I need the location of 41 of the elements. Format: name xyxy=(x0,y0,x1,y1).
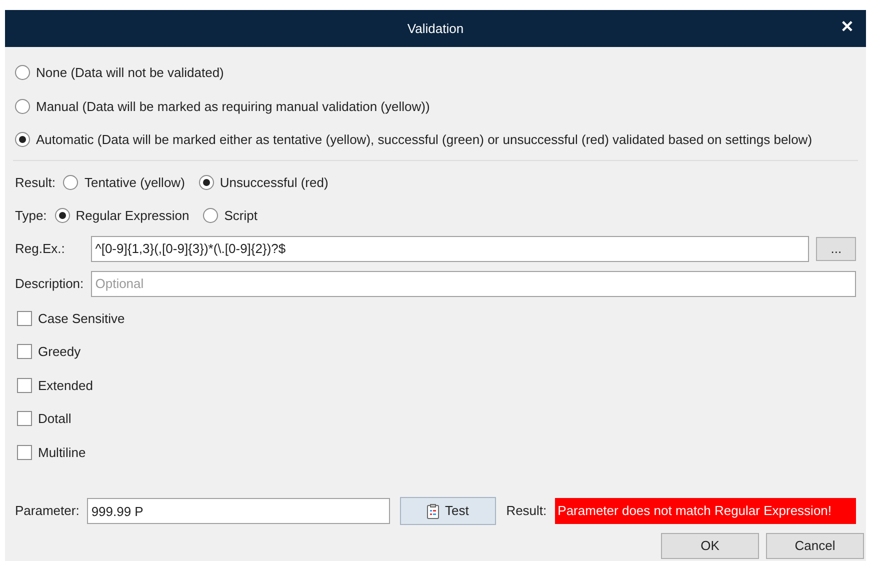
radio-label: None (Data will not be validated) xyxy=(36,64,224,82)
parameter-field[interactable]: 999.99 P xyxy=(87,498,390,524)
radio-button[interactable] xyxy=(198,174,214,190)
radio-label: Script xyxy=(224,207,258,225)
radio-button[interactable] xyxy=(63,174,78,190)
radio-button[interactable] xyxy=(15,65,30,80)
close-button[interactable]: ✕ xyxy=(836,17,858,39)
radio-label: Automatic (Data will be marked either as tentative (yellow), successful (green) or unsuccessful (red) validated based on settings below) xyxy=(36,131,812,149)
radio-button[interactable] xyxy=(15,98,30,114)
checkbox[interactable] xyxy=(17,411,32,426)
parameter-label: Parameter: xyxy=(15,502,80,520)
type-label: Type: xyxy=(15,207,47,225)
radio-label: Tentative (yellow) xyxy=(84,174,185,192)
radio-label: Unsuccessful (red) xyxy=(220,174,328,192)
checkbox[interactable] xyxy=(17,344,32,360)
checkbox[interactable] xyxy=(17,310,32,326)
checkbox-label: Dotall xyxy=(38,410,72,428)
dialog-button[interactable]: Cancel xyxy=(766,533,864,559)
radio-label: Regular Expression xyxy=(76,207,190,225)
radio-button[interactable] xyxy=(15,132,30,148)
window-title: Validation xyxy=(407,20,464,38)
dialog-button[interactable]: OK xyxy=(661,533,759,559)
checkbox-label: Extended xyxy=(38,376,93,394)
regex-label: Reg.Ex.: xyxy=(15,240,66,258)
radio-button[interactable] xyxy=(203,208,218,224)
description-field[interactable]: Optional xyxy=(91,270,856,296)
regex-field[interactable]: ^[0-9]{1,3}(,[0-9]{3})*(\.[0-9]{2})?$ xyxy=(91,236,810,262)
checkbox-label: Greedy xyxy=(38,343,81,361)
checkbox[interactable] xyxy=(17,378,32,393)
result-label: Result: xyxy=(506,502,547,520)
result-message: Parameter does not match Regular Expression! xyxy=(554,498,856,524)
radio-button[interactable] xyxy=(54,208,70,224)
checkbox-label: Case Sensitive xyxy=(38,310,125,328)
radio-label: Manual (Data will be marked as requiring manual validation (yellow)) xyxy=(36,98,430,116)
checkbox[interactable] xyxy=(17,444,32,460)
checkbox-label: Multiline xyxy=(38,444,86,462)
result-label: Result: xyxy=(15,174,56,192)
browse-button[interactable]: ... xyxy=(816,236,856,260)
description-label: Description: xyxy=(15,274,85,293)
test-button[interactable]: Test xyxy=(400,497,496,525)
clipboard-icon xyxy=(427,504,439,518)
